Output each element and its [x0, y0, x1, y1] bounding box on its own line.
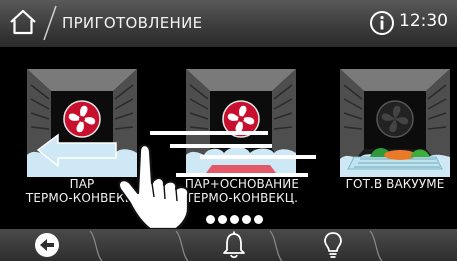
mode-label-1: ПАР ТЕРМО-КОНВЕКЦ.: [0, 177, 167, 205]
info-icon: [370, 11, 394, 35]
mode-label-3-line1: ГОТ.В ВАКУУМЕ: [345, 177, 445, 191]
page-title: ПРИГОТОВЛЕНИЕ: [62, 14, 203, 32]
mode-card-steam-bottom-convection[interactable]: [186, 69, 296, 177]
mode-card-vacuum-cooking[interactable]: [340, 69, 450, 177]
light-bulb-icon: [324, 232, 342, 258]
mode-label-1-line2: ТЕРМО-КОНВЕКЦ.: [25, 191, 139, 205]
mode-carousel[interactable]: ПАР ТЕРМО-КОНВЕКЦ. ПАР+ОСНОВАНИЕ ТЕРМО-К…: [0, 47, 457, 229]
page-indicator: [206, 215, 266, 225]
info-button[interactable]: [369, 10, 395, 36]
mode-label-1-line1: ПАР: [69, 177, 95, 191]
oven-light-button[interactable]: [323, 231, 343, 259]
mode-label-3: ГОТ.В ВАКУУМЕ: [310, 177, 457, 191]
fan-steam-icon: [27, 69, 137, 177]
page-dot: [218, 215, 227, 224]
back-icon: [35, 233, 59, 257]
timer-bell-button[interactable]: [221, 231, 247, 259]
top-bar: ПРИГОТОВЛЕНИЕ 12:30: [0, 0, 457, 47]
mode-label-2-line1: ПАР+ОСНОВАНИЕ: [184, 177, 300, 191]
home-icon: [10, 9, 36, 35]
page-dot: [230, 215, 239, 224]
page-dot: [206, 215, 215, 224]
mode-label-2: ПАР+ОСНОВАНИЕ ТЕРМО-КОНВЕКЦ.: [157, 177, 327, 205]
page-dot: [242, 215, 251, 224]
back-button[interactable]: [34, 232, 60, 258]
bell-icon: [223, 231, 245, 259]
mode-card-steam-convection[interactable]: [27, 69, 137, 177]
clock: 12:30: [399, 11, 448, 31]
fan-steam-bottom-heat-icon: [186, 69, 296, 177]
vacuum-cooking-icon: [340, 69, 450, 177]
mode-label-2-line2: ТЕРМО-КОНВЕКЦ.: [185, 191, 299, 205]
page-dot: [254, 215, 263, 224]
title-separator: [43, 5, 57, 41]
bottom-bar: [0, 229, 457, 261]
